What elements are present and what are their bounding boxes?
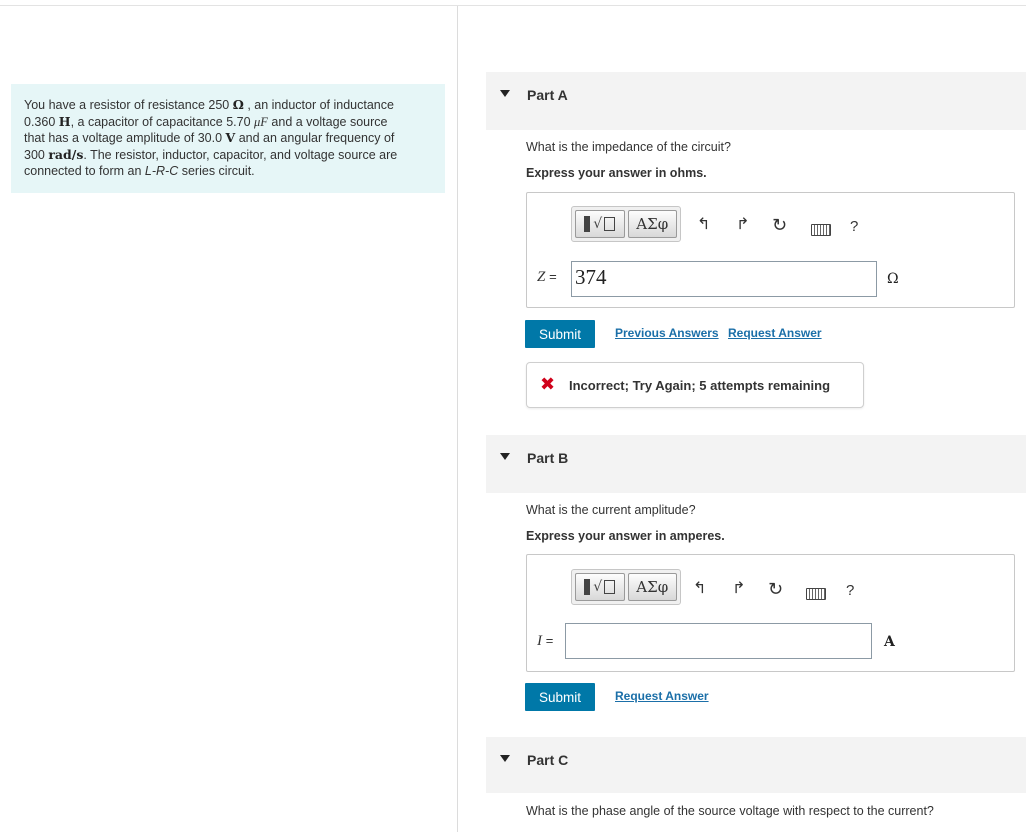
- collapse-arrow-icon[interactable]: [500, 453, 510, 460]
- request-answer-link[interactable]: Request Answer: [728, 326, 822, 340]
- part-c-question: What is the phase angle of the source vo…: [526, 804, 934, 818]
- variable-symbol: Z: [537, 269, 546, 285]
- problem-line-1: You have a resistor of resistance 250 Ω …: [24, 97, 394, 112]
- template-box-icon: [604, 580, 616, 594]
- variable-label: I =: [537, 633, 553, 650]
- keyboard-icon[interactable]: [806, 588, 826, 600]
- redo-icon[interactable]: ↱: [732, 581, 745, 597]
- previous-answers-link[interactable]: Previous Answers: [615, 326, 719, 340]
- feedback-text: Incorrect; Try Again; 5 attempts remaini…: [569, 378, 831, 393]
- math-toolbar: √ ΑΣφ: [571, 569, 681, 605]
- undo-icon[interactable]: ↰: [693, 581, 706, 597]
- submit-button[interactable]: Submit: [525, 320, 595, 348]
- template-box-icon: [604, 217, 616, 231]
- part-b-answer-box: √ ΑΣφ ↰ ↱ ↻ ? I = A: [526, 554, 1015, 672]
- equals-sign: =: [545, 633, 554, 648]
- part-b-question: What is the current amplitude?: [526, 503, 696, 517]
- help-button[interactable]: ?: [846, 582, 854, 599]
- part-a-answer-box: √ ΑΣφ ↰ ↱ ↻ ? Z = 374 Ω: [526, 192, 1015, 308]
- templates-button[interactable]: √: [575, 210, 625, 238]
- part-c-title: Part C: [527, 752, 569, 768]
- undo-icon[interactable]: ↰: [697, 217, 710, 233]
- submit-button[interactable]: Submit: [525, 683, 595, 711]
- equals-sign: =: [549, 269, 557, 284]
- greek-symbols-button[interactable]: ΑΣφ: [627, 573, 677, 601]
- answer-input[interactable]: [565, 623, 872, 659]
- column-divider: [457, 6, 458, 832]
- incorrect-icon: ✖: [540, 374, 556, 394]
- math-toolbar: √ ΑΣφ: [571, 206, 681, 242]
- radical-icon: √: [593, 216, 603, 232]
- templates-button[interactable]: √: [575, 573, 625, 601]
- part-a-question: What is the impedance of the circuit?: [526, 140, 731, 154]
- problem-line-5: connected to form an L-R-C series circui…: [24, 164, 255, 178]
- problem-statement: You have a resistor of resistance 250 Ω …: [11, 84, 445, 193]
- top-border: [0, 5, 1026, 6]
- problem-line-2: 0.360 H, a capacitor of capacitance 5.70…: [24, 113, 388, 129]
- collapse-arrow-icon[interactable]: [500, 755, 510, 762]
- redo-icon[interactable]: ↱: [736, 217, 749, 233]
- unit-label: Ω: [887, 271, 899, 287]
- unit-label: A: [884, 634, 895, 650]
- collapse-arrow-icon[interactable]: [500, 90, 510, 97]
- help-button[interactable]: ?: [850, 218, 858, 235]
- feedback-message: ✖ Incorrect; Try Again; 5 attempts remai…: [526, 362, 864, 408]
- variable-label: Z =: [537, 269, 557, 286]
- part-b-instruction: Express your answer in amperes.: [526, 529, 725, 543]
- part-a-header[interactable]: Part A: [486, 72, 1026, 130]
- problem-line-4: 300 rad/s. The resistor, inductor, capac…: [24, 146, 398, 162]
- template-block-icon: [584, 216, 591, 232]
- reset-icon[interactable]: ↻: [768, 580, 783, 598]
- greek-symbols-button[interactable]: ΑΣφ: [627, 210, 677, 238]
- radical-icon: √: [593, 579, 603, 595]
- part-b-title: Part B: [527, 450, 569, 466]
- problem-line-3: that has a voltage amplitude of 30.0 V a…: [24, 130, 395, 145]
- template-block-icon: [584, 579, 591, 595]
- reset-icon[interactable]: ↻: [772, 216, 787, 234]
- request-answer-link[interactable]: Request Answer: [615, 689, 709, 703]
- part-a-title: Part A: [527, 87, 568, 103]
- answer-input[interactable]: 374: [571, 261, 877, 297]
- variable-symbol: I: [537, 633, 542, 649]
- keyboard-icon[interactable]: [811, 224, 831, 236]
- part-a-instruction: Express your answer in ohms.: [526, 166, 707, 180]
- part-b-header[interactable]: Part B: [486, 435, 1026, 493]
- part-c-header[interactable]: Part C: [486, 737, 1026, 793]
